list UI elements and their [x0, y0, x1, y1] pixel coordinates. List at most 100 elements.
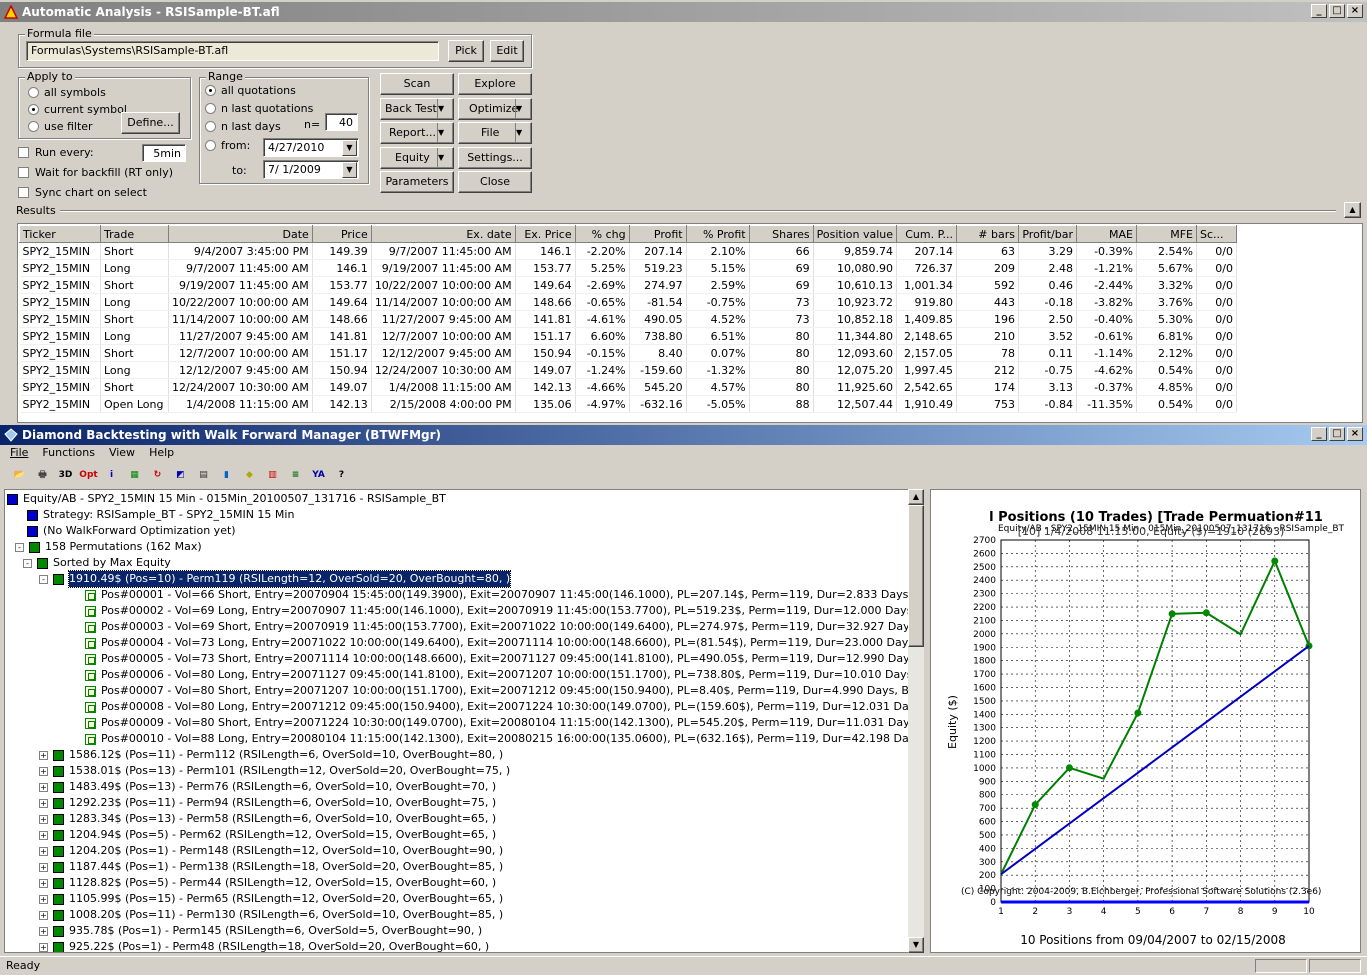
column-header[interactable]: Ex. date — [370, 225, 516, 243]
expand-icon[interactable]: + — [39, 942, 48, 952]
opt-icon[interactable]: Opt — [79, 466, 98, 484]
tree-node[interactable]: - 1910.49$ (Pos=10) - Perm119 (RSILength=… — [39, 570, 512, 588]
expand-icon[interactable]: + — [39, 766, 48, 776]
position-node[interactable]: Pos#00005 - Vol=73 Short, Entry=20071114… — [85, 651, 909, 667]
table-row[interactable]: SPY2_15MIN Short 12/24/2007 10:30:00 AM 149… — [19, 378, 1237, 396]
column-header[interactable]: % chg — [574, 225, 630, 243]
scroll-thumb[interactable] — [908, 505, 924, 647]
column-header[interactable]: Profit — [628, 225, 687, 243]
tree-node[interactable]: (No WalkForward Optimization yet) — [27, 523, 236, 539]
table-row[interactable]: SPY2_15MIN Short 9/19/2007 11:45:00 AM 153.… — [19, 276, 1237, 294]
close-window-button[interactable]: × — [1347, 427, 1363, 441]
tree-node[interactable]: +1187.44$ (Pos=1) - Perm138 (RSILength=1… — [39, 859, 503, 875]
print-icon[interactable]: 🖶 — [33, 466, 52, 484]
position-node[interactable]: Pos#00009 - Vol=80 Short, Entry=20071224… — [85, 715, 909, 731]
tree-node[interactable]: +1292.23$ (Pos=11) - Perm94 (RSILength=6… — [39, 795, 496, 811]
close-button[interactable]: Close — [458, 171, 532, 193]
help-icon[interactable]: ? — [332, 466, 351, 484]
tree-node[interactable]: +1128.82$ (Pos=5) - Perm44 (RSILength=12… — [39, 875, 496, 891]
tree-node[interactable]: +1008.20$ (Pos=11) - Perm130 (RSILength=… — [39, 907, 503, 923]
column-header[interactable]: # bars — [956, 225, 1019, 243]
position-node[interactable]: Pos#00010 - Vol=88 Long, Entry=20080104 … — [85, 731, 909, 747]
n-value-field[interactable]: 40 — [325, 113, 358, 131]
radio-from[interactable]: from: — [205, 139, 250, 152]
position-node[interactable]: Pos#00006 - Vol=80 Long, Entry=20071127 … — [85, 667, 909, 683]
pick-button[interactable]: Pick — [448, 40, 484, 62]
position-node[interactable]: Pos#00001 - Vol=66 Short, Entry=20070904… — [85, 587, 909, 603]
tree-node[interactable]: +1538.01$ (Pos=13) - Perm101 (RSILength=… — [39, 763, 510, 779]
position-node[interactable]: Pos#00007 - Vol=80 Short, Entry=20071207… — [85, 683, 909, 699]
permutation-tree[interactable]: Equity/AB - SPY2_15MIN 15 Min - 015Min_2… — [4, 489, 910, 953]
run-every-field[interactable]: 5min — [142, 144, 186, 162]
expand-icon[interactable]: + — [39, 830, 48, 840]
dropdown-arrow-icon[interactable]: ▼ — [437, 123, 453, 143]
tree-node[interactable]: +1283.34$ (Pos=13) - Perm58 (RSILength=6… — [39, 811, 496, 827]
edit-button[interactable]: Edit — [490, 40, 524, 62]
from-date-picker[interactable]: 4/27/2010 ▼ — [263, 138, 359, 157]
position-node[interactable]: Pos#00008 - Vol=80 Long, Entry=20071212 … — [85, 699, 909, 715]
expand-icon[interactable]: + — [39, 798, 48, 808]
radio-current-symbol[interactable]: current symbol — [28, 103, 127, 116]
menu-view[interactable]: View — [109, 446, 135, 459]
radio-n-last-days[interactable]: n last days — [205, 120, 281, 133]
open-icon[interactable]: 📂 — [10, 466, 29, 484]
expand-icon[interactable]: + — [39, 750, 48, 760]
tree-scrollbar[interactable]: ▲ ▼ — [908, 489, 924, 953]
radio-all-quotations[interactable]: all quotations — [205, 84, 296, 97]
column-header[interactable]: MAE — [1076, 225, 1137, 243]
chevron-down-icon[interactable]: ▼ — [342, 162, 357, 178]
lines-icon[interactable]: ≡ — [286, 466, 305, 484]
menu-functions[interactable]: Functions — [42, 446, 95, 459]
filter-icon[interactable]: ▮ — [217, 466, 236, 484]
collapse-icon[interactable]: - — [23, 558, 32, 568]
table-row[interactable]: SPY2_15MIN Long 11/27/2007 9:45:00 AM 141.8… — [19, 327, 1237, 345]
chart-icon[interactable]: ▦ — [125, 466, 144, 484]
table-row[interactable]: SPY2_15MIN Open Long 1/4/2008 11:15:00 AM 1… — [19, 395, 1237, 413]
table-row[interactable]: SPY2_15MIN Long 9/7/2007 11:45:00 AM 146.1 9… — [19, 259, 1237, 277]
optimize-button[interactable]: Optimize ▼ — [458, 98, 532, 120]
expand-icon[interactable]: + — [39, 862, 48, 872]
table-row[interactable]: SPY2_15MIN Long 12/12/2007 9:45:00 AM 150.9… — [19, 361, 1237, 379]
settings-button[interactable]: Settings... — [458, 147, 532, 169]
expand-icon[interactable]: + — [39, 782, 48, 792]
file-button[interactable]: File ▼ — [458, 122, 532, 144]
tree-node[interactable]: +925.22$ (Pos=1) - Perm48 (RSILength=18,… — [39, 939, 489, 952]
tree-node[interactable]: Equity/AB - SPY2_15MIN 15 Min - 015Min_2… — [7, 491, 446, 507]
expand-icon[interactable]: + — [39, 846, 48, 856]
refresh-icon[interactable]: ↻ — [148, 466, 167, 484]
tree-node[interactable]: - 158 Permutations (162 Max) — [15, 539, 202, 555]
graph-icon[interactable]: ◩ — [171, 466, 190, 484]
stats-icon[interactable]: ▥ — [263, 466, 282, 484]
position-node[interactable]: Pos#00002 - Vol=69 Long, Entry=20070907 … — [85, 603, 909, 619]
tree-node[interactable]: +1204.20$ (Pos=1) - Perm148 (RSILength=1… — [39, 843, 503, 859]
3d-icon[interactable]: 3D — [56, 466, 75, 484]
table-row[interactable]: SPY2_15MIN Short 11/14/2007 10:00:00 AM 148… — [19, 310, 1237, 328]
table-row[interactable]: SPY2_15MIN Long 10/22/2007 10:00:00 AM 149.… — [19, 293, 1237, 311]
parameters-button[interactable]: Parameters — [380, 171, 454, 193]
column-header[interactable]: Trade — [100, 225, 169, 243]
sync-chart-checkbox[interactable]: Sync chart on select — [18, 186, 147, 199]
to-date-picker[interactable]: 7/ 1/2009 ▼ — [263, 160, 359, 179]
dropdown-arrow-icon[interactable]: ▼ — [437, 148, 453, 168]
position-node[interactable]: Pos#00004 - Vol=73 Long, Entry=20071022 … — [85, 635, 909, 651]
menu-file[interactable]: File — [10, 446, 28, 459]
tree-node[interactable]: +1586.12$ (Pos=11) - Perm112 (RSILength=… — [39, 747, 503, 763]
tree-node[interactable]: Strategy: RSISample_BT - SPY2_15MIN 15 M… — [27, 507, 294, 523]
column-header[interactable]: % Profit — [685, 225, 750, 243]
tree-node[interactable]: +1105.99$ (Pos=15) - Perm65 (RSILength=1… — [39, 891, 503, 907]
table-row[interactable]: SPY2_15MIN Short 12/7/2007 10:00:00 AM 151.… — [19, 344, 1237, 362]
tree-node[interactable]: +1204.94$ (Pos=5) - Perm62 (RSILength=12… — [39, 827, 496, 843]
scroll-up-button[interactable]: ▲ — [908, 489, 924, 505]
menu-help[interactable]: Help — [149, 446, 174, 459]
scan-button[interactable]: Scan — [380, 73, 454, 95]
tree-node[interactable]: +935.78$ (Pos=1) - Perm145 (RSILength=6,… — [39, 923, 482, 939]
tree-node[interactable]: +1483.49$ (Pos=13) - Perm76 (RSILength=6… — [39, 779, 496, 795]
backtest-button[interactable]: Back Test ▼ — [380, 98, 454, 120]
formula-file-field[interactable]: Formulas\Systems\RSISample-BT.afl — [26, 41, 439, 61]
minimize-button[interactable]: _ — [1311, 427, 1327, 441]
collapse-results-button[interactable]: ▲ — [1344, 202, 1361, 218]
expand-icon[interactable]: + — [39, 910, 48, 920]
expand-icon[interactable]: + — [39, 814, 48, 824]
maximize-button[interactable]: □ — [1329, 4, 1345, 18]
ya-icon[interactable]: YA — [309, 466, 328, 484]
